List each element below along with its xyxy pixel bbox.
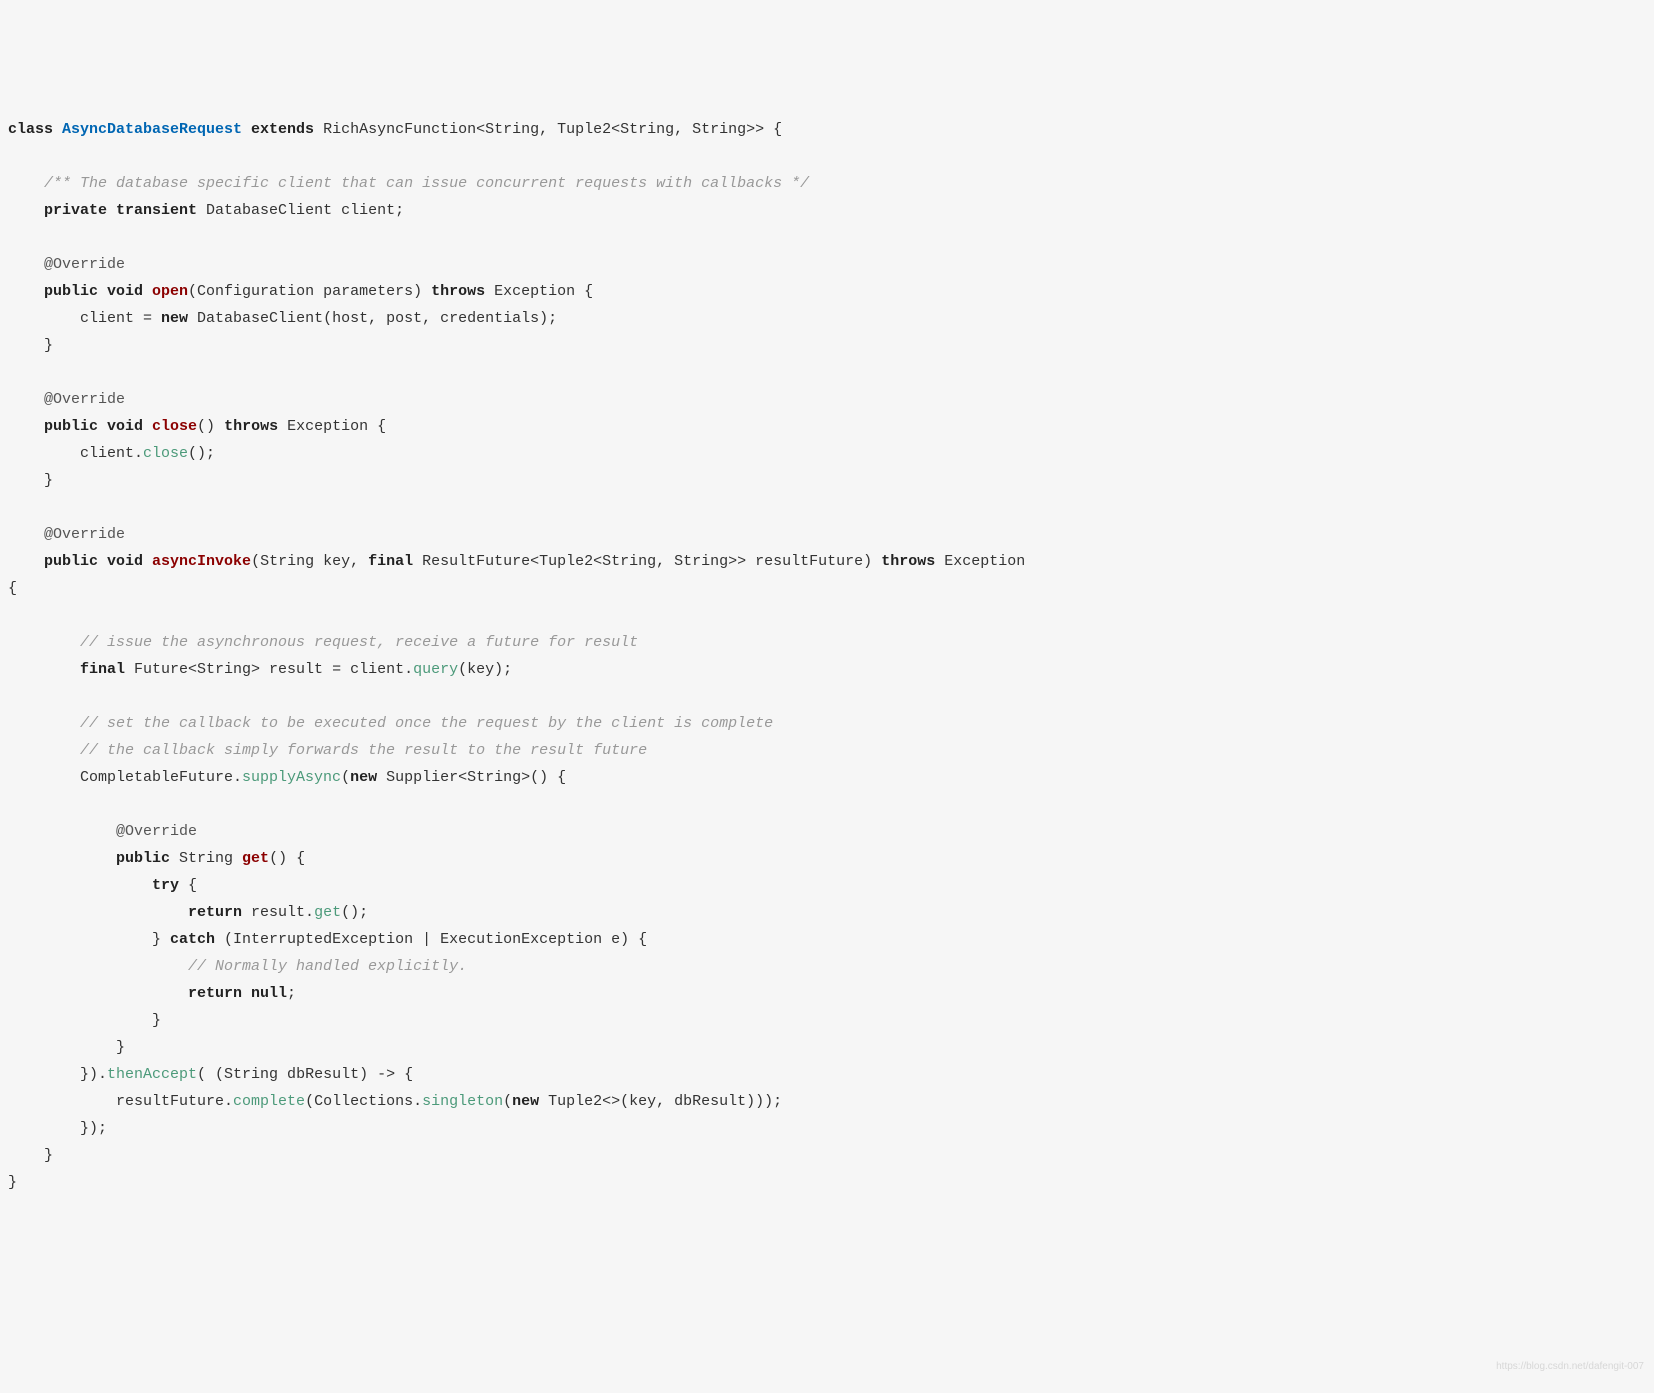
fn-supplyasync: supplyAsync	[242, 769, 341, 786]
brace-close: }	[8, 472, 53, 489]
stmt-tail: ();	[188, 445, 215, 462]
method-close: close	[152, 418, 197, 435]
catch-params: (InterruptedException | ExecutionExcepti…	[224, 931, 647, 948]
method-params-tail: ResultFuture<Tuple2<String, String>> res…	[422, 553, 881, 570]
stmt: Future<String> result = client.	[134, 661, 413, 678]
code-block: class AsyncDatabaseRequest extends RichA…	[8, 116, 1646, 1196]
method-get: get	[242, 850, 269, 867]
fn-thenaccept: thenAccept	[107, 1066, 197, 1083]
kw-private-transient: private transient	[8, 202, 206, 219]
paren: (	[341, 769, 350, 786]
kw-new: new	[161, 310, 197, 327]
kw-public-void: public void	[8, 553, 152, 570]
watermark-text: https://blog.csdn.net/dafengit-007	[1496, 1353, 1644, 1380]
brace-close: }	[8, 1147, 53, 1164]
annotation-override: @Override	[8, 391, 125, 408]
brace-close: }	[8, 337, 53, 354]
kw-return: return	[8, 904, 251, 921]
method-tail: Exception {	[494, 283, 593, 300]
comment-line: // the callback simply forwards the resu…	[8, 742, 647, 759]
ctor-call: Tuple2<>(key, dbResult)));	[548, 1093, 782, 1110]
kw-class: class	[8, 121, 62, 138]
brace-close: });	[8, 1120, 107, 1137]
brace-close: }	[8, 1039, 125, 1056]
brace-close: }	[8, 1012, 161, 1029]
method-params: (Configuration parameters)	[188, 283, 431, 300]
stmt-prefix: client.	[8, 445, 143, 462]
fn-complete: complete	[233, 1093, 305, 1110]
brace-close: }	[8, 1174, 17, 1191]
kw-new: new	[512, 1093, 548, 1110]
method-params: (String key,	[251, 553, 368, 570]
stmt: result.	[251, 904, 314, 921]
comment-line: // set the callback to be executed once …	[8, 715, 773, 732]
ret-type: String	[179, 850, 242, 867]
stmt-prefix: client =	[8, 310, 161, 327]
class-name: AsyncDatabaseRequest	[62, 121, 242, 138]
kw-final: final	[368, 553, 422, 570]
method-params: ()	[197, 418, 224, 435]
annotation-override: @Override	[8, 256, 125, 273]
kw-public-void: public void	[8, 283, 152, 300]
comment-line: // issue the asynchronous request, recei…	[8, 634, 638, 651]
comment-line: /** The database specific client that ca…	[8, 175, 809, 192]
paren: (	[503, 1093, 512, 1110]
brace-open: {	[188, 877, 197, 894]
kw-throws: throws	[224, 418, 287, 435]
stmt-tail: ();	[341, 904, 368, 921]
kw-throws: throws	[881, 553, 944, 570]
stmt-prefix: resultFuture.	[8, 1093, 233, 1110]
stmt-prefix: }).	[8, 1066, 107, 1083]
method-tail: () {	[269, 850, 305, 867]
fn-query: query	[413, 661, 458, 678]
semi: ;	[287, 985, 296, 1002]
comment-line: // Normally handled explicitly.	[8, 958, 467, 975]
field-decl: DatabaseClient client;	[206, 202, 404, 219]
annotation-override: @Override	[8, 526, 125, 543]
kw-extends: extends	[242, 121, 323, 138]
method-open: open	[152, 283, 188, 300]
kw-try: try	[8, 877, 188, 894]
kw-return-null: return null	[8, 985, 287, 1002]
stmt-tail: (key);	[458, 661, 512, 678]
brace-open: {	[8, 580, 17, 597]
method-tail: Exception {	[287, 418, 386, 435]
fn-close: close	[143, 445, 188, 462]
fn-singleton: singleton	[422, 1093, 503, 1110]
method-asyncinvoke: asyncInvoke	[152, 553, 251, 570]
fn-get: get	[314, 904, 341, 921]
annotation-override: @Override	[8, 823, 197, 840]
kw-final: final	[8, 661, 134, 678]
throws-ex: Exception	[944, 553, 1034, 570]
stmt: (Collections.	[305, 1093, 422, 1110]
kw-public-void: public void	[8, 418, 152, 435]
kw-new: new	[350, 769, 386, 786]
supplier-decl: Supplier<String>() {	[386, 769, 566, 786]
stmt-prefix: CompletableFuture.	[8, 769, 242, 786]
brace-close: }	[8, 931, 170, 948]
kw-catch: catch	[170, 931, 224, 948]
kw-public: public	[8, 850, 179, 867]
ctor-call: DatabaseClient(host, post, credentials);	[197, 310, 557, 327]
kw-throws: throws	[431, 283, 494, 300]
class-decl-tail: RichAsyncFunction<String, Tuple2<String,…	[323, 121, 782, 138]
lambda-head: ( (String dbResult) -> {	[197, 1066, 413, 1083]
